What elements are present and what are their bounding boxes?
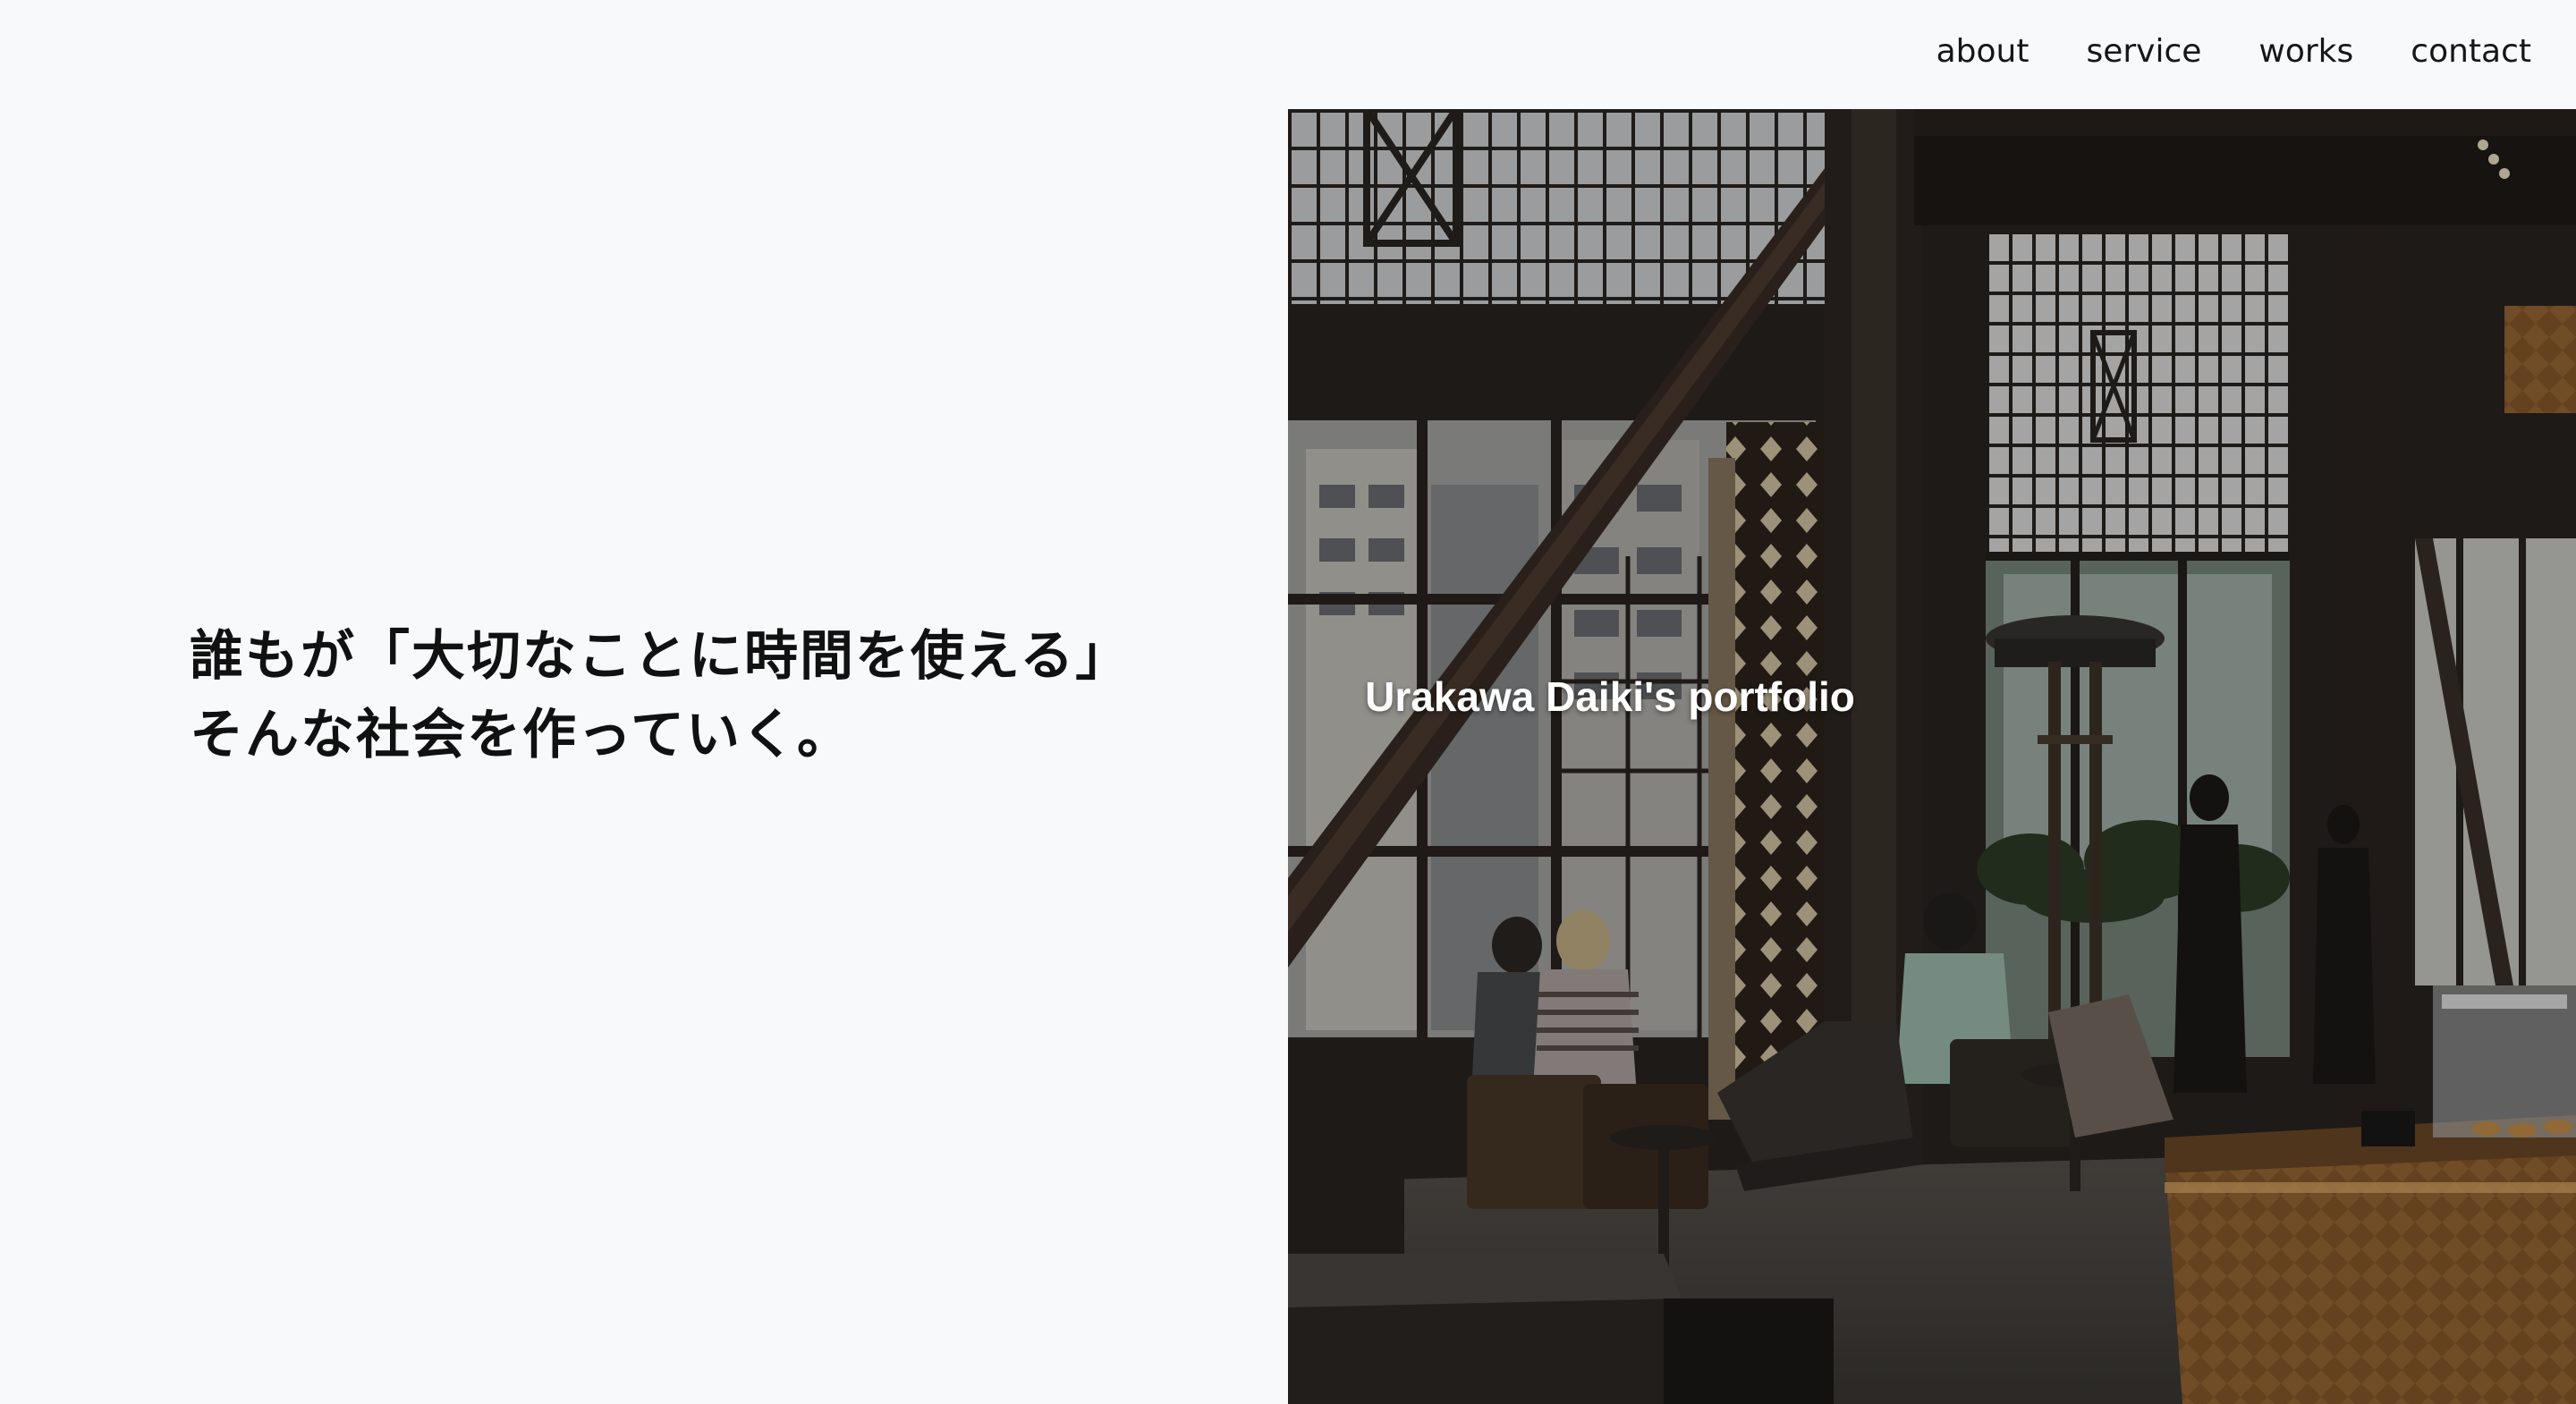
cafe-interior-illustration — [1288, 109, 2576, 1404]
catchphrase-line-1: 誰もが「大切なことに時間を使える」 — [190, 625, 1131, 688]
catchphrase: 誰もが「大切なことに時間を使える」 そんな社会を作っていく。 — [190, 617, 1263, 774]
catchphrase-line-2: そんな社会を作っていく。 — [190, 704, 852, 766]
global-nav: about service works contact — [1936, 27, 2531, 77]
nav-link-about[interactable]: about — [1936, 27, 2029, 77]
nav-link-contact[interactable]: contact — [2411, 27, 2531, 77]
nav-link-works[interactable]: works — [2258, 27, 2353, 77]
hero-title: Urakawa Daiki's portfolio — [1365, 673, 1855, 720]
hero-image: Urakawa Daiki's portfolio — [1288, 109, 2576, 1404]
nav-link-service[interactable]: service — [2086, 27, 2201, 77]
